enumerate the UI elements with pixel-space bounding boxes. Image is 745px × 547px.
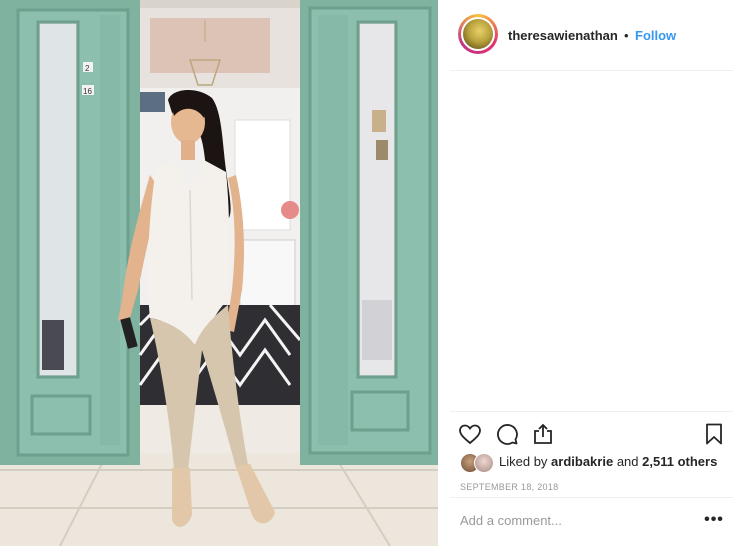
avatar-image <box>463 19 493 49</box>
separator-dot: • <box>624 28 629 43</box>
post-photo[interactable]: 2 16 <box>0 0 438 546</box>
follow-button[interactable]: Follow <box>635 28 676 43</box>
door-number-2: 2 <box>85 64 90 73</box>
likes-others-link[interactable]: 2,511 others <box>642 454 717 469</box>
liker-avatar[interactable] <box>474 453 494 473</box>
likes-row: Liked by ardibakrie and 2,511 others <box>460 452 730 473</box>
bookmark-icon[interactable] <box>702 422 726 446</box>
username-link[interactable]: theresawienathan <box>508 28 618 43</box>
more-options-icon[interactable]: ••• <box>702 508 726 532</box>
comment-icon[interactable] <box>495 422 519 446</box>
likes-prefix: Liked by <box>499 454 548 469</box>
share-icon[interactable] <box>531 422 555 446</box>
door-number-16: 16 <box>83 87 92 96</box>
avatar[interactable] <box>458 14 498 54</box>
post-photo-illustration: 2 16 <box>0 0 438 546</box>
liker-username-link[interactable]: ardibakrie <box>551 454 613 469</box>
comment-input[interactable] <box>460 513 690 528</box>
post-header: theresawienathan • Follow <box>450 0 733 71</box>
heart-icon[interactable] <box>458 422 482 446</box>
likes-and: and <box>616 454 639 469</box>
post-date[interactable]: September 18, 2018 <box>460 482 558 492</box>
avatar-ring-gap <box>461 17 495 51</box>
comment-bar: ••• <box>450 497 733 547</box>
likes-summary: Liked by ardibakrie and 2,511 others <box>499 454 717 469</box>
post-side-panel: theresawienathan • Follow Liked by ardib… <box>438 0 745 546</box>
post-actions: Liked by ardibakrie and 2,511 others Sep… <box>450 411 733 498</box>
